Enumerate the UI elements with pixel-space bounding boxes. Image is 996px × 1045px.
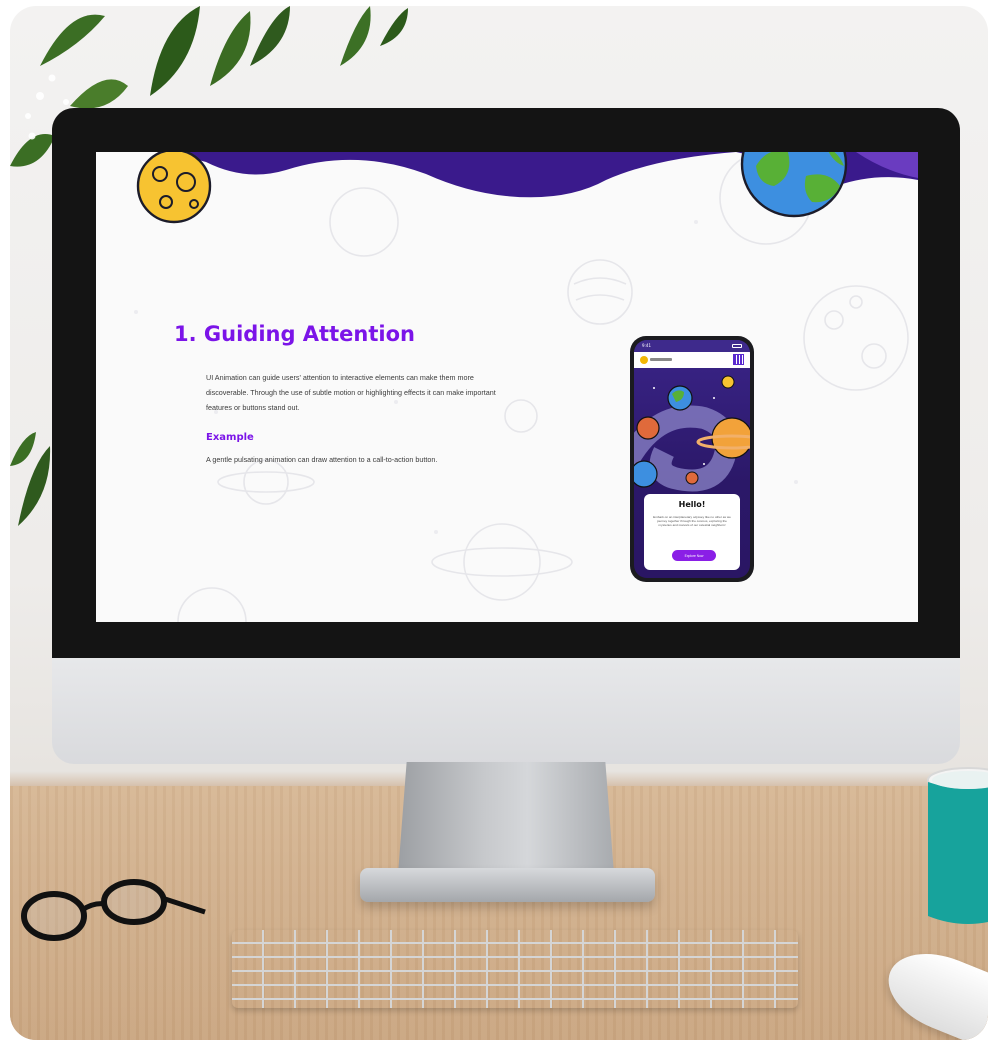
card-body: Embark on an interplanetary odyssey like…	[653, 515, 731, 528]
monitor-screen: 1. Guiding Attention UI Animation can gu…	[96, 152, 918, 622]
status-time: 9:41	[642, 343, 651, 348]
card-title: Hello!	[678, 500, 706, 509]
teal-mug	[927, 767, 988, 924]
earth-icon	[740, 152, 848, 218]
eyeglasses	[21, 879, 206, 941]
example-paragraph: A gentle pulsating animation can draw at…	[206, 455, 438, 464]
keyboard	[232, 930, 798, 1008]
qr-code-icon[interactable]	[733, 354, 744, 365]
monitor-chin	[52, 658, 960, 764]
moon-icon	[136, 152, 212, 224]
phone-status-bar: 9:41	[634, 340, 750, 352]
monitor-stand	[398, 762, 614, 874]
page-title: 1. Guiding Attention	[174, 322, 415, 346]
phone-screen: 9:41 Hello! Embark on an interplanetary …	[634, 340, 750, 578]
planets-illustration	[634, 375, 750, 492]
phone-app-bar	[634, 352, 750, 368]
explore-button[interactable]: Explore Now	[672, 550, 716, 561]
app-logo-wordmark	[650, 358, 672, 361]
photo-scene: 1. Guiding Attention UI Animation can gu…	[10, 6, 988, 1040]
example-heading: Example	[206, 432, 254, 443]
battery-icon	[732, 344, 742, 348]
app-logo-icon	[640, 356, 648, 364]
monitor-stand-base	[360, 868, 655, 902]
welcome-card: Hello! Embark on an interplanetary odyss…	[644, 494, 740, 570]
intro-paragraph: UI Animation can guide users' attention …	[206, 373, 496, 412]
phone-mockup: 9:41 Hello! Embark on an interplanetary …	[630, 336, 754, 582]
